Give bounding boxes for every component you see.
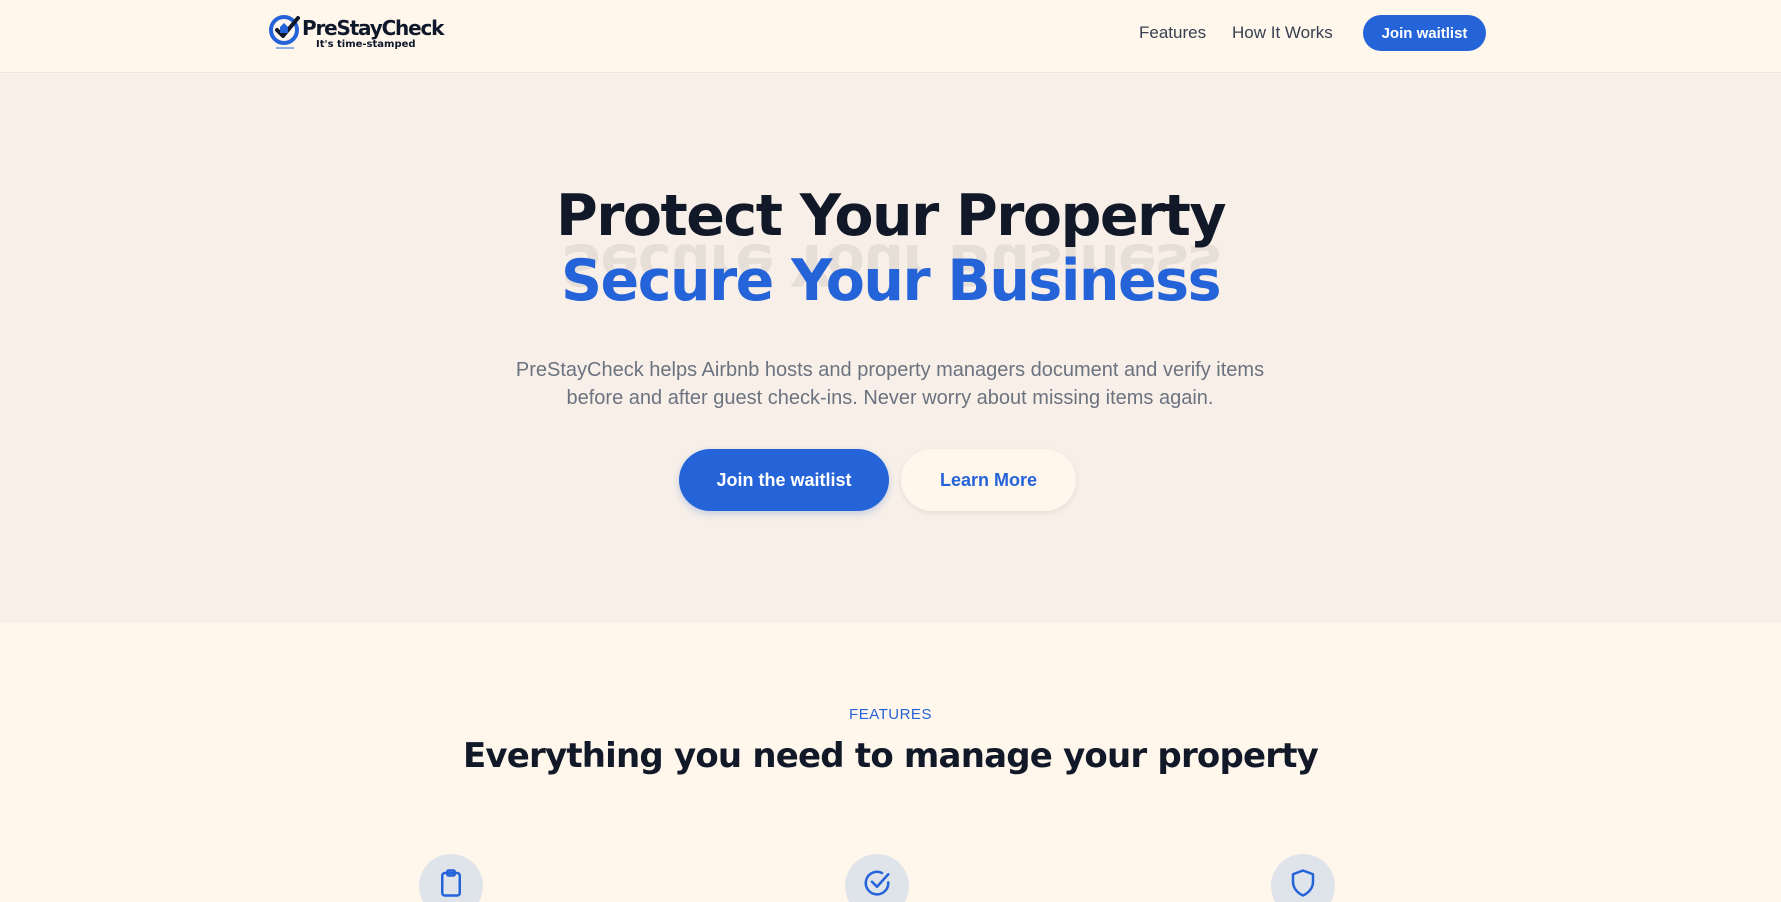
features-title: Everything you need to manage your prope… <box>462 736 1319 776</box>
hero-title-line2: Secure Your Business <box>560 248 1222 314</box>
features-eyebrow: FEATURES <box>849 706 932 723</box>
nav-link-how-it-works[interactable]: How It Works <box>1232 23 1333 43</box>
feature-icon-badge <box>419 854 483 902</box>
logo[interactable]: PreStayCheck It's time-stamped <box>268 13 444 53</box>
clipboard-icon <box>441 869 461 897</box>
nav-link-features[interactable]: Features <box>1139 23 1206 43</box>
shield-icon <box>1291 869 1315 897</box>
join-waitlist-nav-button[interactable]: Join waitlist <box>1363 15 1486 51</box>
feature-icon-badge <box>845 854 909 902</box>
check-circle-icon <box>864 870 890 896</box>
hero-title-line2-group: Secure Your Business Secure Your Busines… <box>0 231 1781 323</box>
hero-description: PreStayCheck helps Airbnb hosts and prop… <box>515 359 1265 409</box>
logo-name: PreStayCheck <box>302 16 444 40</box>
logo-tagline: It's time-stamped <box>316 39 416 50</box>
feature-icon-badge <box>1271 854 1335 902</box>
learn-more-button[interactable]: Learn More <box>901 449 1076 511</box>
logo-check-icon <box>269 15 300 49</box>
hero-section: Protect Your Property Secure Your Busine… <box>0 74 1781 623</box>
navbar: PreStayCheck It's time-stamped Features … <box>0 0 1781 73</box>
join-waitlist-button[interactable]: Join the waitlist <box>679 449 889 511</box>
